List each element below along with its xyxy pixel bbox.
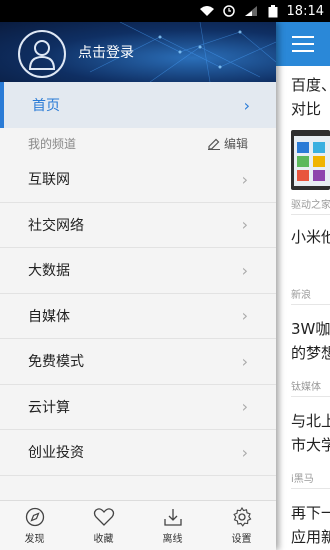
feed-item-title[interactable]: 对比 — [291, 98, 321, 119]
divider — [291, 488, 330, 489]
channel-item[interactable]: 互联网 › — [0, 157, 276, 203]
tab-label: 设置 — [231, 533, 252, 545]
drawer-header: 点击登录 — [0, 22, 276, 82]
chevron-right-icon: › — [241, 442, 248, 462]
menu-icon[interactable] — [292, 36, 314, 52]
tab-label: 离线 — [162, 533, 183, 545]
feed-item-title[interactable]: 市大学 — [291, 434, 330, 455]
feed-item-title[interactable]: 与北上 — [291, 410, 330, 431]
login-link[interactable]: 点击登录 — [78, 42, 134, 62]
edit-button[interactable]: 编辑 — [207, 135, 248, 152]
feed-item-source: 钛媒体 — [291, 382, 321, 393]
tab-favorites[interactable]: 收藏 — [69, 501, 138, 550]
feed-item-title[interactable]: 百度、 — [291, 74, 330, 95]
channel-label: 互联网 — [28, 172, 70, 189]
pencil-icon — [207, 138, 220, 150]
channel-label: 大数据 — [28, 263, 70, 280]
feed-item-source: 新浪 — [291, 290, 311, 301]
chevron-right-icon: › — [243, 95, 250, 115]
channel-label: 创业投资 — [28, 445, 84, 462]
channel-item[interactable]: 创业投资 › — [0, 430, 276, 476]
status-time: 18:14 — [286, 3, 324, 19]
news-feed: 百度、 对比 驱动之家 小米他 新浪 3W咖 的梦想 钛媒体 与北上 市大学 i… — [276, 22, 330, 550]
feed-item-source: 驱动之家 — [291, 200, 330, 211]
feed-item-title[interactable]: 的梦想 — [291, 342, 330, 363]
chevron-right-icon: › — [241, 306, 248, 326]
chevron-right-icon: › — [241, 351, 248, 371]
wifi-icon — [199, 5, 215, 17]
feed-item-title[interactable]: 小米他 — [291, 226, 330, 247]
avatar[interactable] — [18, 30, 66, 78]
chevron-right-icon: › — [241, 169, 248, 189]
nav-item-home[interactable]: 首页 › — [0, 82, 276, 128]
heart-icon — [93, 507, 114, 526]
divider — [291, 304, 330, 305]
my-channels-header: 我的频道 编辑 — [0, 130, 276, 156]
chevron-right-icon: › — [241, 215, 248, 235]
channel-label: 社交网络 — [28, 217, 84, 234]
feed-item-source: i黑马 — [291, 474, 314, 485]
tab-label: 收藏 — [93, 533, 114, 545]
channel-list: 互联网 › 社交网络 › 大数据 › 自媒体 › 免费模式 › 云计算 › 创业投资 › — [0, 157, 276, 476]
channel-item[interactable]: 云计算 › — [0, 385, 276, 430]
divider — [291, 396, 330, 397]
channel-label: 自媒体 — [28, 308, 70, 325]
navigation-drawer: 点击登录 首页 › 我的频道 编辑 互联网 › 社交网络 › 大数据 › 自媒体 › 免… — [0, 22, 276, 550]
nav-item-label: 首页 — [32, 98, 60, 114]
chevron-right-icon: › — [241, 397, 248, 417]
channel-label: 云计算 — [28, 399, 70, 416]
feed-item-thumbnail[interactable] — [291, 130, 330, 190]
tab-offline[interactable]: 离线 — [138, 501, 207, 550]
tab-discover[interactable]: 发现 — [0, 501, 69, 550]
alarm-icon — [221, 5, 237, 17]
channel-item[interactable]: 自媒体 › — [0, 294, 276, 339]
channel-item[interactable]: 社交网络 › — [0, 203, 276, 248]
status-bar: 18:14 — [0, 0, 330, 22]
signal-icon — [243, 5, 259, 17]
feed-item-title[interactable]: 应用新 — [291, 526, 330, 547]
feed-item-title[interactable]: 3W咖 — [291, 318, 330, 339]
user-icon — [28, 40, 56, 70]
channel-item[interactable]: 免费模式 › — [0, 339, 276, 385]
feed-item-title[interactable]: 再下一 — [291, 502, 330, 523]
gear-icon — [232, 506, 251, 527]
section-title: 我的频道 — [28, 136, 77, 151]
channel-item[interactable]: 大数据 › — [0, 248, 276, 294]
download-icon — [163, 508, 182, 526]
channel-label: 免费模式 — [28, 354, 84, 371]
battery-icon — [265, 4, 281, 17]
divider — [291, 214, 330, 215]
edit-label: 编辑 — [223, 137, 248, 151]
tab-label: 发现 — [24, 533, 45, 545]
content-topbar — [276, 22, 330, 66]
compass-icon — [25, 507, 44, 526]
tab-settings[interactable]: 设置 — [207, 501, 276, 550]
bottom-tab-bar: 发现 收藏 离线 设置 — [0, 500, 276, 550]
chevron-right-icon: › — [241, 260, 248, 280]
